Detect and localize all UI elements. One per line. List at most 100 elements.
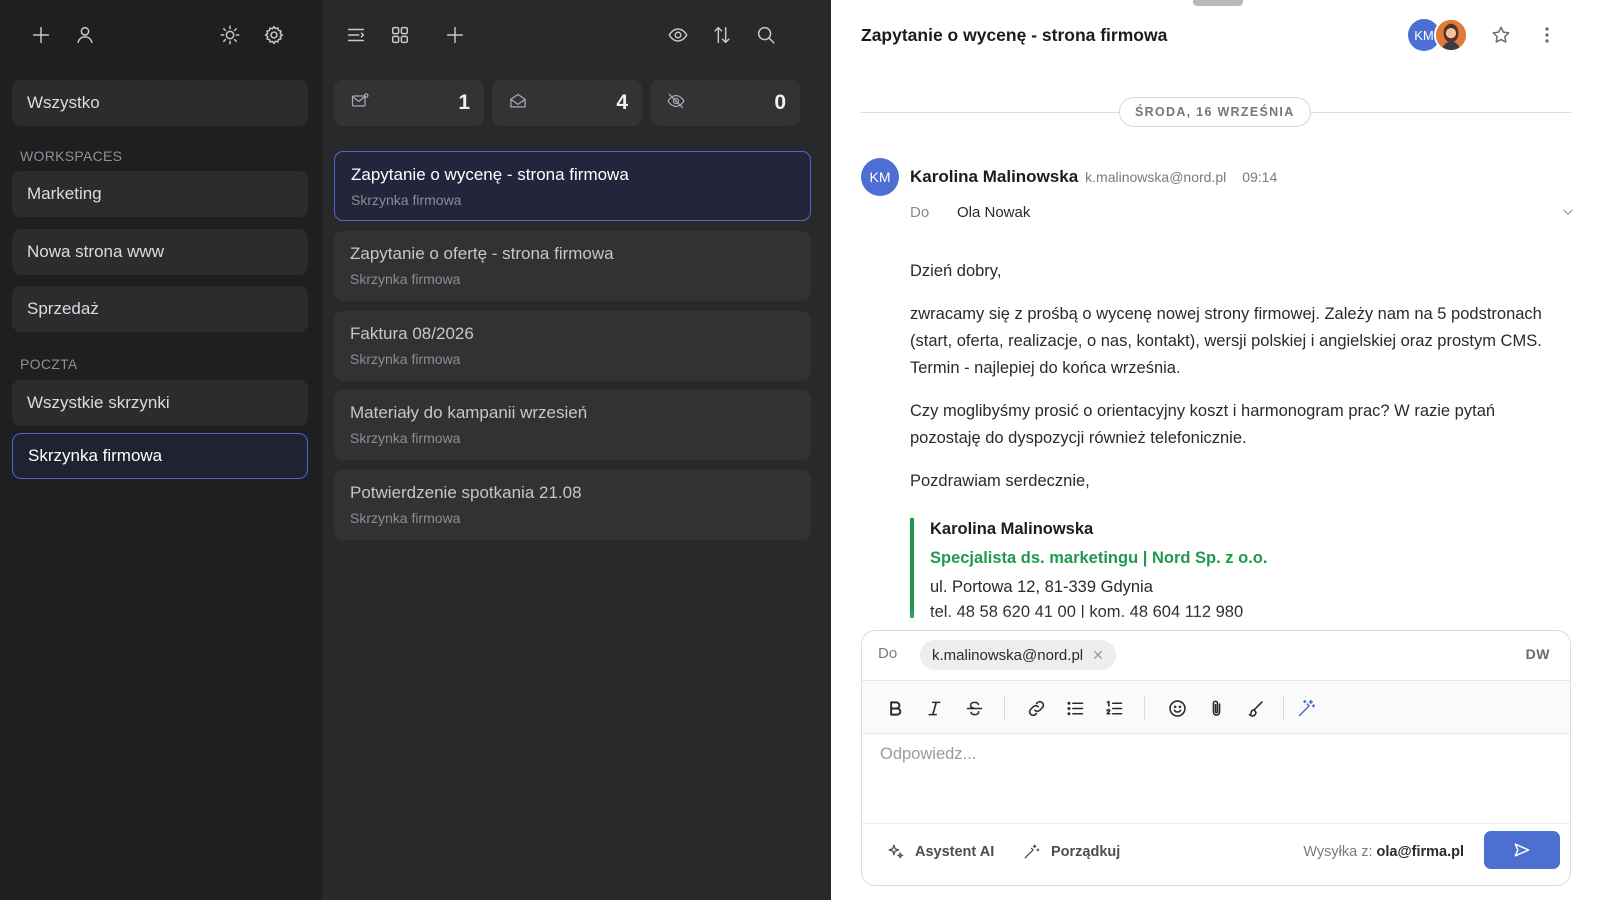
sort-icon[interactable] (706, 19, 738, 51)
hidden-counter[interactable]: 0 (650, 80, 800, 126)
composer-footer: Asystent AI Porządkuj Wysyłka z: ola@fir… (862, 823, 1570, 885)
read-counter[interactable]: 4 (492, 80, 642, 126)
list-item[interactable]: Potwierdzenie spotkania 21.08 Skrzynka f… (334, 470, 811, 540)
list-item-subject: Faktura 08/2026 (350, 324, 474, 343)
list-item[interactable]: Zapytanie o ofertę - strona firmowa Skrz… (334, 231, 811, 301)
body-paragraph: Czy moglibyśmy prosić o orientacyjny kos… (910, 402, 1496, 447)
list-item-mailbox: Skrzynka firmowa (350, 271, 461, 287)
recipient-email: k.malinowska@nord.pl (932, 646, 1084, 664)
list-item[interactable]: Materiały do kampanii wrzesień Skrzynka … (334, 390, 811, 460)
sidebar-item-all[interactable]: Wszystko (12, 80, 308, 126)
sender-name[interactable]: Karolina Malinowska (910, 167, 1078, 187)
drag-handle[interactable] (1193, 0, 1243, 6)
reply-composer: Do k.malinowska@nord.pl ✕ DW Odpowiedz..… (861, 630, 1571, 886)
eye-icon[interactable] (662, 19, 694, 51)
to-label: Do (910, 204, 930, 221)
list-item-subject: Zapytanie o ofertę - strona firmowa (350, 244, 614, 263)
list-item-subject: Materiały do kampanii wrzesień (350, 403, 588, 422)
attachment-icon[interactable] (1204, 696, 1228, 720)
body-greeting: Dzień dobry, (910, 262, 1002, 280)
cc-toggle[interactable]: DW (1526, 646, 1550, 662)
read-count: 4 (616, 91, 628, 114)
italic-icon[interactable] (922, 696, 946, 720)
ai-assistant-button[interactable]: Asystent AI (886, 842, 994, 861)
send-from-label: Wysyłka z: (1303, 844, 1373, 860)
sidebar-item-all-mailboxes[interactable]: Wszystkie skrzynki (12, 380, 308, 426)
numbered-list-icon[interactable] (1102, 696, 1126, 720)
list-item[interactable]: Zapytanie o wycenę - strona firmowa Skrz… (334, 151, 811, 221)
signature-role: Specjalista ds. marketingu | Nord Sp. z … (930, 549, 1268, 567)
sender-avatar[interactable]: KM (861, 158, 899, 196)
tidy-button[interactable]: Porządkuj (1022, 842, 1120, 861)
send-button[interactable] (1484, 831, 1560, 869)
open-mail-icon (508, 91, 528, 116)
sidebar-toolbar (0, 0, 322, 70)
emoji-icon[interactable] (1165, 696, 1189, 720)
composer-to-label: Do (878, 645, 898, 662)
grid-icon[interactable] (384, 19, 416, 51)
toolbar-divider (1004, 695, 1005, 721)
wand-icon (1024, 844, 1040, 859)
sidebar-item-sprzedaz[interactable]: Sprzedaż (12, 286, 308, 332)
sender-line: Karolina Malinowska k.malinowska@nord.pl… (910, 167, 1277, 187)
sidebar-item-label: Skrzynka firmowa (28, 446, 163, 465)
chevron-down-icon[interactable] (1559, 203, 1577, 221)
sidebar-item-label: Sprzedaż (27, 299, 99, 318)
list-item-subject: Potwierdzenie spotkania 21.08 (350, 483, 582, 502)
message-body: Dzień dobry, zwracamy się z prośbą o wyc… (910, 258, 1570, 511)
list-indent-icon[interactable] (340, 19, 372, 51)
person-icon (1436, 20, 1466, 50)
sparkles-icon (888, 844, 904, 859)
sidebar-item-marketing[interactable]: Marketing (12, 171, 308, 217)
recipient-name[interactable]: Ola Nowak (957, 204, 1030, 221)
mail-heading: POCZTA (20, 356, 78, 372)
gear-icon[interactable] (258, 19, 290, 51)
unread-counter[interactable]: 1 (334, 80, 484, 126)
bullet-list-icon[interactable] (1063, 696, 1087, 720)
plus-icon[interactable] (25, 19, 57, 51)
workspaces-heading: WORKSPACES (20, 148, 123, 164)
list-item-subject: Zapytanie o wycenę - strona firmowa (351, 165, 629, 184)
sidebar: Wszystko WORKSPACES Marketing Nowa stron… (0, 0, 322, 900)
sidebar-item-label: Wszystko (27, 93, 100, 112)
signature-name: Karolina Malinowska (930, 520, 1094, 538)
star-icon[interactable] (1487, 21, 1515, 49)
message-time: 09:14 (1242, 169, 1278, 185)
recipient-chip[interactable]: k.malinowska@nord.pl ✕ (920, 640, 1116, 670)
more-vertical-icon[interactable] (1533, 21, 1561, 49)
sun-icon[interactable] (214, 19, 246, 51)
hidden-count: 0 (774, 91, 786, 114)
list-item-mailbox: Skrzynka firmowa (350, 510, 461, 526)
body-paragraph: zwracamy się z prośbą o wycenę nowej str… (910, 305, 1542, 377)
hidden-icon (666, 91, 686, 116)
tidy-label: Porządkuj (1051, 843, 1121, 860)
sidebar-item-company-mailbox[interactable]: Skrzynka firmowa (12, 433, 308, 479)
link-icon[interactable] (1024, 696, 1048, 720)
signature-address: ul. Portowa 12, 81-339 Gdynia (930, 578, 1153, 596)
magic-wand-icon[interactable] (1294, 696, 1318, 720)
body-closing: Pozdrawiam serdecznie, (910, 472, 1090, 490)
strikethrough-icon[interactable] (962, 696, 986, 720)
message-list-panel: 1 4 0 Zapytanie o wycenę - strona firmow… (322, 0, 831, 900)
avatar-photo[interactable] (1434, 18, 1468, 52)
user-icon[interactable] (69, 19, 101, 51)
search-icon[interactable] (750, 19, 782, 51)
bold-icon[interactable] (883, 696, 907, 720)
send-icon (1514, 843, 1530, 857)
page-title: Zapytanie o wycenę - strona firmowa (861, 25, 1168, 45)
sidebar-item-nowa-strona[interactable]: Nowa strona www (12, 229, 308, 275)
unread-count: 1 (458, 91, 470, 114)
ai-assistant-label: Asystent AI (915, 843, 995, 860)
sender-email[interactable]: k.malinowska@nord.pl (1085, 169, 1226, 185)
brush-icon[interactable] (1243, 696, 1267, 720)
remove-recipient-icon[interactable]: ✕ (1092, 647, 1104, 664)
list-toolbar (322, 0, 831, 70)
send-from[interactable]: Wysyłka z: ola@firma.pl (1303, 844, 1464, 860)
unread-mail-icon (350, 91, 370, 116)
list-item-mailbox: Skrzynka firmowa (351, 192, 462, 208)
reply-input[interactable] (880, 745, 1550, 805)
list-item[interactable]: Faktura 08/2026 Skrzynka firmowa (334, 311, 811, 381)
plus-icon[interactable] (439, 19, 471, 51)
reading-pane: Zapytanie o wycenę - strona firmowa KM Ś… (831, 0, 1600, 900)
sidebar-item-label: Wszystkie skrzynki (27, 393, 170, 412)
